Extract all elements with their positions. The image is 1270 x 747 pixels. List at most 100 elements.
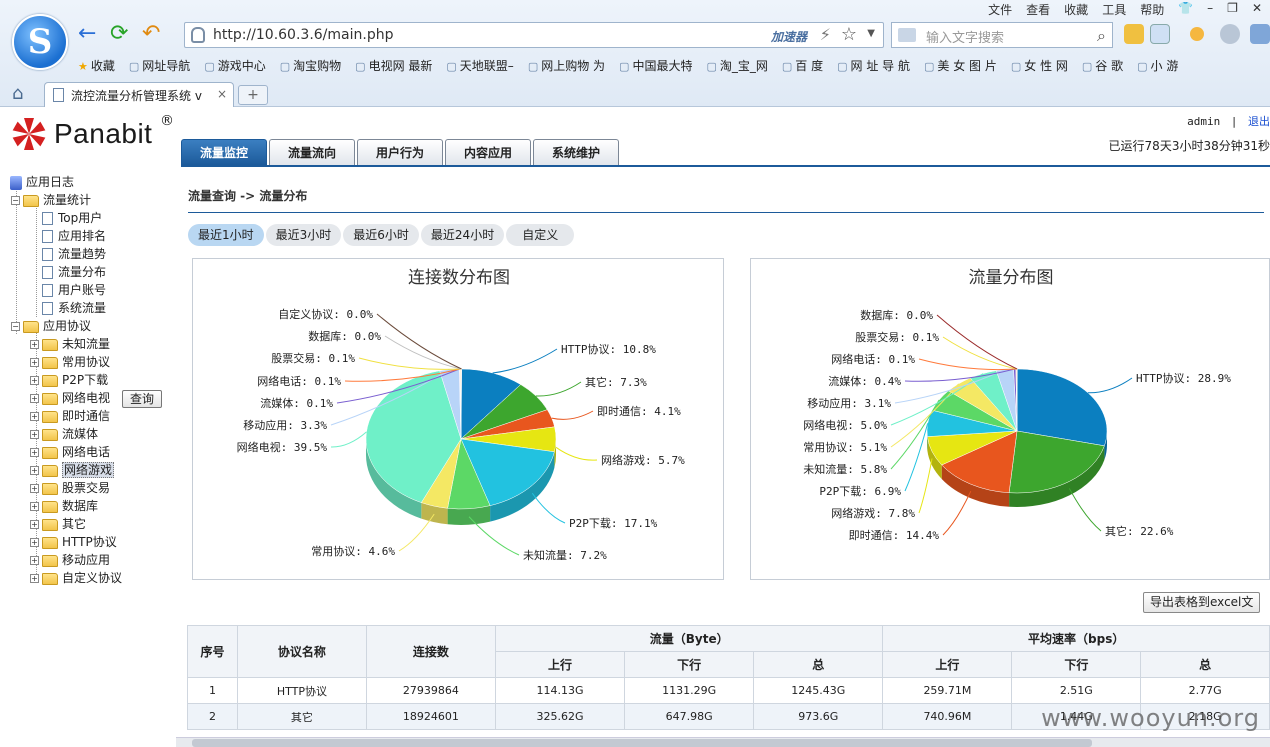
expand-icon[interactable]: + [30,556,39,565]
address-bar[interactable]: http://10.60.3.6/main.php 加速器 ⚡ ☆ ▼ [184,22,884,48]
tree-item-protocol[interactable]: + 常用协议 [30,353,110,371]
search-icon[interactable]: ⌕ [1097,26,1106,46]
tree-item-app-rank[interactable]: 应用排名 [42,227,106,245]
tree-item-label[interactable]: 系统流量 [58,301,106,315]
browser-tab-title[interactable]: 流控流量分析管理系统 v [71,89,202,103]
menu-favorites[interactable]: 收藏 [1064,1,1088,18]
tree-item-label[interactable]: 用户账号 [58,283,106,297]
bookmark-item[interactable]: 网上购物 为 [528,57,605,74]
tree-item-label[interactable]: 常用协议 [62,355,110,369]
expand-icon[interactable]: + [30,502,39,511]
expand-icon[interactable]: + [30,484,39,493]
tab-custom[interactable]: 自定义 [506,224,575,246]
tab-traffic-monitor[interactable]: 流量监控 [181,139,267,165]
tree-item-label[interactable]: 其它 [62,517,86,531]
expand-icon[interactable]: + [30,358,39,367]
bookmark-item[interactable]: 百 度 [782,57,823,74]
tree-group-stats[interactable]: − 流量统计 [11,191,91,209]
search-engine-icon[interactable] [898,28,916,42]
skin-icon[interactable]: 👕 [1178,1,1193,18]
tab-system-maintenance[interactable]: 系统维护 [533,139,619,165]
tree-item-protocol[interactable]: + HTTP协议 [30,533,117,551]
tree-item-label[interactable]: 未知流量 [62,337,110,351]
tree-item-protocol-selected[interactable]: + 网络游戏 [30,461,115,479]
tree-item-label[interactable]: 股票交易 [62,481,110,495]
expand-icon[interactable]: + [30,538,39,547]
tree-item-label[interactable]: 流量分布 [58,265,106,279]
tree-item-protocol[interactable]: + 未知流量 [30,335,110,353]
tree-item-label[interactable]: 流媒体 [62,427,98,441]
browser-tab[interactable]: 流控流量分析管理系统 v × [44,82,234,107]
undo-icon[interactable]: ↶ [142,22,160,46]
bookmark-item[interactable]: 淘宝购物 [280,57,341,74]
bookmark-item[interactable]: 女 性 网 [1011,57,1068,74]
tab-last-3h[interactable]: 最近3小时 [265,224,342,246]
bookmark-item[interactable]: 网 址 导 航 [837,57,910,74]
tree-item-protocol[interactable]: + 自定义协议 [30,569,122,587]
star-icon[interactable]: ☆ [841,24,857,45]
bookmark-item[interactable]: 天地联盟– [446,57,514,74]
menu-view[interactable]: 查看 [1026,1,1050,18]
tree-item-protocol[interactable]: + P2P下载 [30,371,108,389]
search-placeholder[interactable]: 输入文字搜索 [926,27,1004,46]
tree-item-protocol[interactable]: + 即时通信 [30,407,110,425]
tab-last-1h[interactable]: 最近1小时 [188,224,264,246]
bolt-icon[interactable]: ⚡ [820,25,831,44]
tree-item-label[interactable]: 应用排名 [58,229,106,243]
query-button[interactable]: 查询 [122,390,162,408]
tab-last-24h[interactable]: 最近24小时 [420,224,505,246]
tree-group-protocols[interactable]: − 应用协议 [11,317,91,335]
extension-icon[interactable] [1124,24,1144,44]
expand-icon[interactable]: + [30,466,39,475]
expand-icon[interactable]: + [30,340,39,349]
tree-item-protocol[interactable]: + 移动应用 [30,551,110,569]
address-url[interactable]: http://10.60.3.6/main.php [213,27,393,43]
tree-item-protocol[interactable]: + 数据库 [30,497,98,515]
tree-item-label[interactable]: 数据库 [62,499,98,513]
restore-icon[interactable]: ❐ [1227,1,1238,18]
tree-item-label[interactable]: 流量趋势 [58,247,106,261]
minimize-icon[interactable]: – [1207,1,1213,18]
chevron-down-icon[interactable]: ▼ [867,28,875,39]
tree-root-label[interactable]: 应用日志 [26,175,74,189]
bookmark-item[interactable]: 美 女 图 片 [924,57,996,74]
bookmark-item[interactable]: 谷 歌 [1082,57,1123,74]
tree-item-label[interactable]: 移动应用 [62,553,110,567]
tree-item-system-traffic[interactable]: 系统流量 [42,299,106,317]
new-tab-button[interactable]: + [238,85,268,105]
expand-icon[interactable]: + [30,520,39,529]
expand-icon[interactable]: + [30,394,39,403]
menu-file[interactable]: 文件 [988,1,1012,18]
tree-item-protocol[interactable]: + 网络电视 [30,389,110,407]
accelerator-label[interactable]: 加速器 [771,28,807,45]
tree-item-traffic-trend[interactable]: 流量趋势 [42,245,106,263]
collapse-icon[interactable]: − [11,322,20,331]
key-icon[interactable] [1190,27,1204,41]
expand-icon[interactable]: + [30,574,39,583]
tab-user-behavior[interactable]: 用户行为 [357,139,443,165]
tree-root[interactable]: 应用日志 [10,173,74,191]
download-icon[interactable] [1250,24,1270,44]
menu-help[interactable]: 帮助 [1140,1,1164,18]
expand-icon[interactable]: + [30,376,39,385]
tree-item-protocol[interactable]: + 流媒体 [30,425,98,443]
horizontal-scrollbar[interactable] [176,737,1270,747]
tree-item-label[interactable]: HTTP协议 [62,535,117,549]
tree-item-label[interactable]: Top用户 [58,211,102,225]
bookmark-item[interactable]: 电视网 最新 [355,57,433,74]
expand-icon[interactable]: + [30,430,39,439]
tab-last-6h[interactable]: 最近6小时 [343,224,419,246]
bookmark-item[interactable]: 淘_宝_网 [706,57,768,74]
close-icon[interactable]: ✕ [1252,1,1262,18]
tree-item-protocol[interactable]: + 股票交易 [30,479,110,497]
tree-item-label[interactable]: 自定义协议 [62,571,122,585]
bookmark-item[interactable]: 网址导航 [129,57,190,74]
scrollbar-thumb[interactable] [192,739,1092,747]
back-icon[interactable]: ← [78,22,96,46]
more-icon[interactable] [1220,24,1240,44]
tree-group-label[interactable]: 应用协议 [43,319,91,333]
expand-icon[interactable]: + [30,448,39,457]
tree-item-protocol[interactable]: + 其它 [30,515,86,533]
tree-item-label[interactable]: 网络电视 [62,391,110,405]
bookmark-item[interactable]: 游戏中心 [204,57,266,74]
